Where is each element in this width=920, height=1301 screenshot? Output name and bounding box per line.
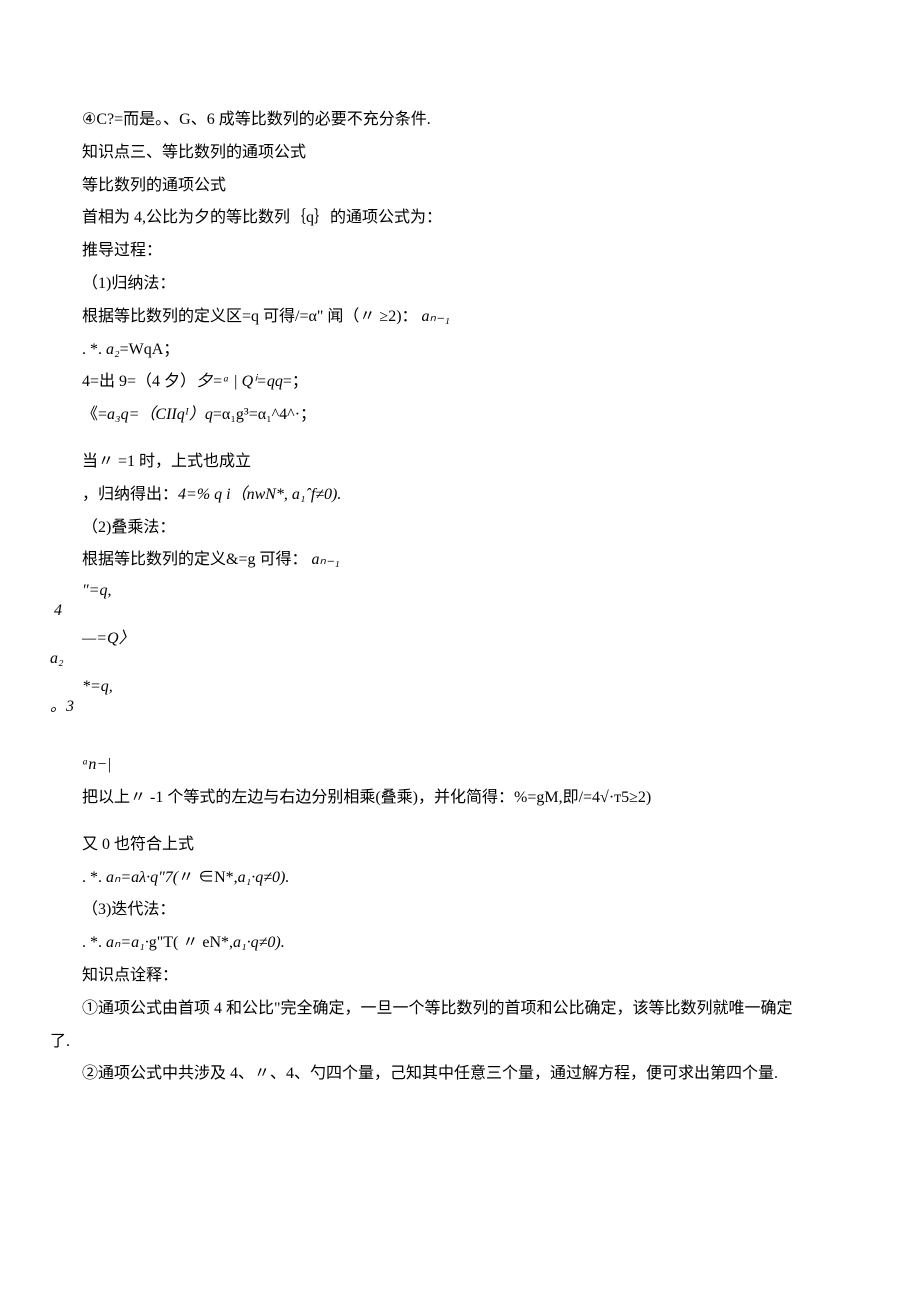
- para-n1-holds: 当〃 =1 时，上式也成立: [50, 450, 870, 475]
- para-derive: 推导过程：: [50, 239, 870, 264]
- text-b: =；: [283, 373, 308, 390]
- note-1-line-b: 了.: [50, 1030, 870, 1055]
- para-a3: 4=出 9=（4 夕）夕=ᵃ | Qⁱ=qq=；: [50, 370, 870, 395]
- eq-ratio-2: ″=q, 4: [50, 581, 870, 621]
- cond: g"T( 〃 eN*,: [149, 934, 233, 951]
- eq-ratio-n: ᵃn−|: [50, 753, 870, 778]
- eq-ratio-3: —=Q〉 a₂: [50, 629, 870, 669]
- para-general-1: . *. aₙ=aλ·q″7(〃 ∈N*,a₁·q≠0).: [50, 866, 870, 891]
- heading-formula: 等比数列的通项公式: [50, 174, 870, 199]
- para-def-relation-2: 根据等比数列的定义&=g 可得： aₙ₋₁: [50, 548, 870, 573]
- math-an: aₙ=aλ·q″7(: [106, 869, 178, 886]
- prefix-dots: . *.: [82, 869, 106, 886]
- para-zero-fits: 又 0 也符合上式: [50, 833, 870, 858]
- cond-aq: a₁·q≠0).: [238, 869, 290, 886]
- math-an-1: aₙ₋₁: [311, 551, 339, 568]
- prefix-dots: . *.: [82, 341, 106, 358]
- math-result: 4=% q i（nwN*, a₁ˆf≠0).: [178, 486, 341, 503]
- heading-kp3: 知识点三、等比数列的通项公式: [50, 141, 870, 166]
- heading-method-multiply: （2)叠乘法：: [50, 516, 870, 541]
- text: 根据等比数列的定义&=g 可得：: [82, 551, 307, 568]
- text-a: 《=: [82, 406, 107, 423]
- heading-method-iterate: （3)迭代法：: [50, 898, 870, 923]
- text-a: ，归纳得出：: [82, 486, 178, 503]
- suffix: =WqA；: [120, 341, 180, 358]
- eq-ratio-4: *=q, 。3: [50, 677, 870, 717]
- para-conclusion-induction: ，归纳得出：4=% q i（nwN*, a₁ˆf≠0).: [50, 483, 870, 508]
- prefix-dots: . *.: [82, 934, 106, 951]
- para-a4: 《=a₃q=（CIIqᴵ）q=α₁g³=α₁^4^·；: [50, 403, 870, 428]
- math-a2: a₂: [106, 341, 120, 358]
- math-an-1: aₙ₋₁: [422, 308, 450, 325]
- para-a2: . *. a₂=WqA；: [50, 338, 870, 363]
- text: 根据等比数列的定义区=q 可得/=α" 闻（〃 ≥2)：: [82, 308, 418, 325]
- para-assertion-4: ④C?=而是。、G、6 成等比数列的必要不充分条件.: [50, 108, 870, 133]
- math-part: 夕=ᵃ | Qⁱ=qq: [196, 373, 283, 390]
- cond-n: 〃 ∈N*,: [178, 869, 238, 886]
- para-def-relation: 根据等比数列的定义区=q 可得/=α" 闻（〃 ≥2)： aₙ₋₁: [50, 305, 870, 330]
- para-general-2: . *. aₙ=a₁·g"T( 〃 eN*,a₁·q≠0).: [50, 931, 870, 956]
- note-1-line-a: ①通项公式由首项 4 和公比"完全确定，一旦一个等比数列的首项和公比确定，该等比…: [50, 997, 870, 1022]
- para-multiply-result: 把以上〃 -1 个等式的左边与右边分别相乘(叠乘)，并化简得：%=gM,即/=4…: [50, 786, 870, 811]
- note-2: ②通项公式中共涉及 4、〃、4、勺四个量，己知其中任意三个量，通过解方程，便可求…: [50, 1062, 870, 1087]
- heading-notes: 知识点诠释：: [50, 964, 870, 989]
- cond-aq: a₁·q≠0).: [233, 934, 285, 951]
- math-an: aₙ=a₁·: [106, 934, 149, 951]
- text-a: 4=出 9=（4 夕）: [82, 373, 196, 390]
- document-page: ④C?=而是。、G、6 成等比数列的必要不充分条件. 知识点三、等比数列的通项公…: [0, 0, 920, 1301]
- text-b: =α₁g³=α₁^4^·；: [213, 406, 316, 423]
- math-part: a₃q=（CIIqᴵ）q: [107, 406, 213, 423]
- heading-method-induction: （1)归纳法：: [50, 272, 870, 297]
- para-intro: 首相为 4,公比为夕的等比数列｛q｝的通项公式为：: [50, 206, 870, 231]
